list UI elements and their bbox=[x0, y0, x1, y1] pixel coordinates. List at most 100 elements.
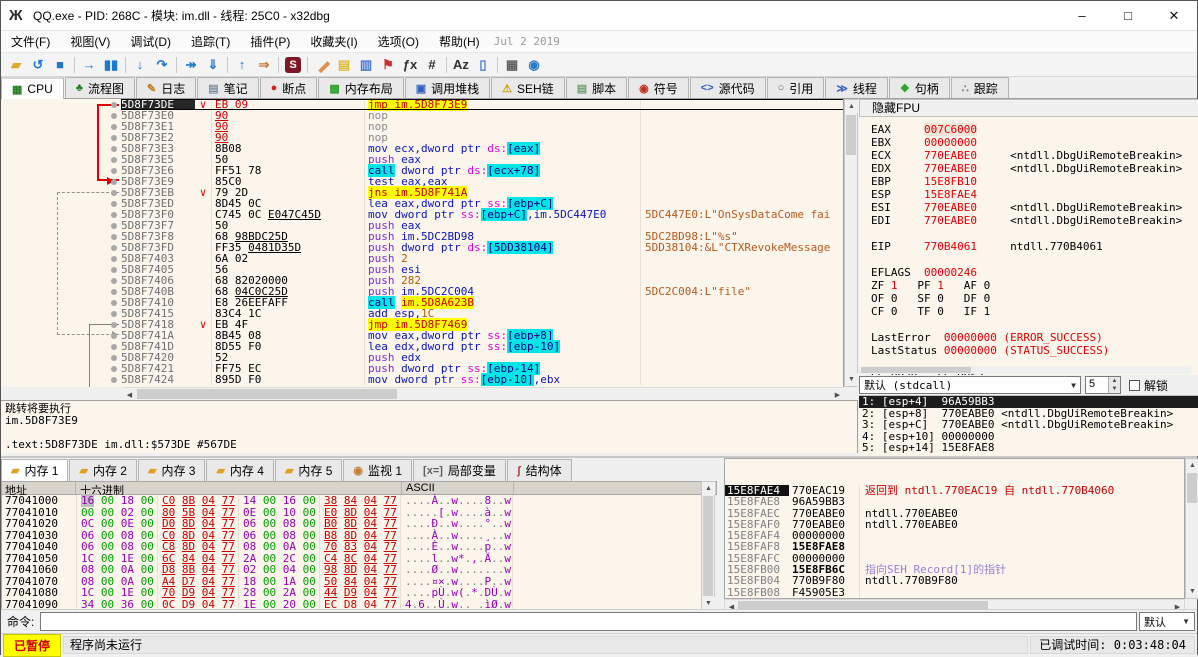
disasm-row[interactable]: 5D8F73E38B08mov ecx,dword ptr ds:[eax] bbox=[121, 143, 844, 154]
disasm-row[interactable]: 5D8F73DE∨EB 09jmp im.5D8F73E9 bbox=[121, 99, 844, 110]
settings-s-icon[interactable]: S bbox=[285, 57, 301, 73]
disassembly-rows: 5D8F73DE∨EB 09jmp im.5D8F73E95D8F73E090n… bbox=[121, 99, 844, 385]
disasm-row[interactable]: 5D8F741D8D55 F0lea edx,dword ptr ss:[ebp… bbox=[121, 341, 844, 352]
execute-till-return-icon[interactable]: ↠ bbox=[180, 55, 202, 75]
tab-日志[interactable]: ✎日志 bbox=[136, 77, 196, 98]
device-icon[interactable]: ▯ bbox=[472, 55, 494, 75]
instruction-dot bbox=[111, 355, 117, 361]
open-folder-icon[interactable]: ▰ bbox=[5, 55, 27, 75]
hash-icon[interactable]: # bbox=[421, 55, 443, 75]
menu-item[interactable]: 收藏夹(I) bbox=[300, 31, 367, 52]
disasm-row[interactable]: 5D8F73F0C745 0C E047C45Dmov dword ptr ss… bbox=[121, 209, 844, 220]
run-to-user-icon[interactable]: ↑ bbox=[231, 55, 253, 75]
scroll-up-icon[interactable]: ▲ bbox=[1186, 459, 1198, 472]
tab-流程图[interactable]: ♣流程图 bbox=[65, 77, 135, 98]
stack-row[interactable]: 15E8FB04770B9F80ntdll.770B9F80 bbox=[725, 575, 1184, 586]
disasm-row[interactable]: 5D8F74036A 02push 2 bbox=[121, 253, 844, 264]
menu-item[interactable]: 插件(P) bbox=[240, 31, 300, 52]
scroll-up-icon[interactable]: ▲ bbox=[702, 482, 715, 495]
tab-内存 3[interactable]: ▰内存 3 bbox=[138, 459, 205, 481]
memory-dump[interactable]: 7704100016 00 18 00C0 8B 04 7714 00 16 0… bbox=[1, 495, 701, 611]
command-input[interactable] bbox=[40, 612, 1137, 631]
tab-结构体[interactable]: ʃ结构体 bbox=[507, 459, 572, 481]
scroll-down-icon[interactable]: ▼ bbox=[1186, 585, 1198, 598]
tab-内存 5[interactable]: ▰内存 5 bbox=[275, 459, 342, 481]
register-line: EBP 15E8FB10 bbox=[871, 175, 1187, 188]
menu-bar: 文件(F)视图(V)调试(D)追踪(T)插件(P)收藏夹(I)选项(O)帮助(H… bbox=[1, 31, 1197, 53]
menu-item[interactable]: 追踪(T) bbox=[181, 31, 240, 52]
run-icon[interactable]: → bbox=[78, 55, 100, 75]
scroll-down-icon[interactable]: ▼ bbox=[845, 373, 858, 386]
calculator-icon[interactable]: ▦ bbox=[501, 55, 523, 75]
tab-内存 4[interactable]: ▰内存 4 bbox=[206, 459, 273, 481]
stack-comment bbox=[859, 553, 1184, 564]
register-line: EIP 770B4061 ntdll.770B4061 bbox=[871, 240, 1187, 253]
tab-SEH链[interactable]: ⚠SEH链 bbox=[491, 77, 565, 98]
argument-row[interactable]: 5: [esp+14] 15E8FAE8 bbox=[859, 442, 1198, 454]
register-line bbox=[871, 318, 1187, 331]
tab-跟踪[interactable]: ∴跟踪 bbox=[951, 77, 1009, 98]
fx-icon[interactable]: ƒx bbox=[399, 55, 421, 75]
dump-vscrollbar[interactable]: ▲ ▼ bbox=[701, 481, 715, 611]
menu-item[interactable]: 文件(F) bbox=[1, 31, 60, 52]
tab-引用[interactable]: ○引用 bbox=[767, 77, 825, 98]
stack-row[interactable]: 15E8FAE896A59BB3 bbox=[725, 496, 1184, 507]
menu-item[interactable]: 帮助(H) bbox=[429, 31, 490, 52]
tab-内存 1[interactable]: ▰内存 1 bbox=[1, 459, 68, 481]
disasm-row[interactable]: 5D8F73E090nop bbox=[121, 110, 844, 121]
tab-线程[interactable]: ≫线程 bbox=[825, 77, 888, 98]
bookmark-icon[interactable]: ▥ bbox=[355, 55, 377, 75]
command-mode-select[interactable]: 默认 ▼ bbox=[1139, 612, 1195, 631]
tab-笔记[interactable]: ▤笔记 bbox=[197, 77, 258, 98]
spin-up-icon[interactable]: ▲ bbox=[1109, 377, 1120, 385]
close-button[interactable]: ✕ bbox=[1151, 1, 1197, 30]
register-line bbox=[871, 253, 1187, 266]
disasm-row[interactable]: 5D8F7424895D F0mov dword ptr ss:[ebp-10]… bbox=[121, 374, 844, 385]
stop-icon[interactable]: ■ bbox=[49, 55, 71, 75]
register-line: CF 0 TF 0 IF 1 bbox=[871, 305, 1187, 318]
tab-CPU[interactable]: ▦CPU bbox=[1, 77, 64, 99]
calling-convention-select[interactable]: 默认 (stdcall) ▼ bbox=[859, 376, 1081, 394]
tab-源代码[interactable]: <>源代码 bbox=[690, 77, 766, 98]
unlock-checkbox[interactable] bbox=[1129, 380, 1140, 391]
call-arguments-list[interactable]: 1: [esp+4] 96A59BB32: [esp+8] 770EABE0 <… bbox=[859, 395, 1198, 456]
step-out-icon[interactable]: ⇓ bbox=[202, 55, 224, 75]
disasm-vscrollbar[interactable]: ▲ ▼ bbox=[844, 99, 858, 387]
tab-断点[interactable]: ●断点 bbox=[260, 77, 318, 98]
tab-内存 2[interactable]: ▰内存 2 bbox=[69, 459, 136, 481]
stack-vscrollbar[interactable]: ▲ ▼ bbox=[1185, 458, 1198, 599]
arg-count-stepper[interactable]: 5 ▲▼ bbox=[1085, 376, 1121, 394]
tab-局部变量[interactable]: [x=]局部变量 bbox=[413, 459, 506, 481]
restart-icon[interactable]: ↺ bbox=[27, 55, 49, 75]
stack-panel[interactable]: 15E8FAE4770EAC19返回到 ntdll.770EAC19 自 ntd… bbox=[724, 458, 1185, 599]
disasm-hscrollbar[interactable]: ◀ ▶ bbox=[123, 387, 844, 400]
disassembly-panel[interactable]: 5D8F73DE∨EB 09jmp im.5D8F73E95D8F73E090n… bbox=[1, 99, 844, 387]
font-icon[interactable]: Az bbox=[450, 55, 472, 75]
hide-fpu-button[interactable]: 隐藏FPU bbox=[859, 99, 1198, 117]
tab-调用堆栈[interactable]: ▣调用堆栈 bbox=[405, 77, 490, 98]
spin-down-icon[interactable]: ▼ bbox=[1109, 385, 1120, 393]
disasm-comment bbox=[640, 121, 844, 132]
tab-监视 1[interactable]: ◉监视 1 bbox=[343, 459, 412, 481]
browser-icon[interactable]: ◉ bbox=[523, 55, 545, 75]
menu-item[interactable]: 选项(O) bbox=[368, 31, 429, 52]
registers-hscrollbar[interactable] bbox=[859, 366, 1191, 374]
maximize-button[interactable]: □ bbox=[1105, 1, 1151, 30]
dump-header-hex: 十六进制 bbox=[76, 482, 402, 494]
step-into-icon[interactable]: ↓ bbox=[129, 55, 151, 75]
favourite-icon[interactable]: ⚑ bbox=[377, 55, 399, 75]
step-over-icon[interactable]: ↷ bbox=[151, 55, 173, 75]
stack-comment: ntdll.770EABE0 bbox=[859, 519, 1184, 530]
tab-脚本[interactable]: ▤脚本 bbox=[566, 77, 627, 98]
tab-符号[interactable]: ◉符号 bbox=[628, 77, 689, 98]
tab-句柄[interactable]: ❖句柄 bbox=[889, 77, 950, 98]
minimize-button[interactable]: – bbox=[1059, 1, 1105, 30]
menu-item[interactable]: 视图(V) bbox=[60, 31, 120, 52]
pause-icon[interactable]: ▮▮ bbox=[100, 55, 122, 75]
argument-row[interactable]: 1: [esp+4] 96A59BB3 bbox=[859, 396, 1198, 408]
scroll-up-icon[interactable]: ▲ bbox=[845, 100, 858, 113]
menu-item[interactable]: 调试(D) bbox=[120, 31, 181, 52]
disasm-row[interactable]: 5D8F73E190nop bbox=[121, 121, 844, 132]
attach-icon[interactable]: ⇒ bbox=[253, 55, 275, 75]
tab-内存布局[interactable]: ▩内存布局 bbox=[318, 77, 403, 98]
